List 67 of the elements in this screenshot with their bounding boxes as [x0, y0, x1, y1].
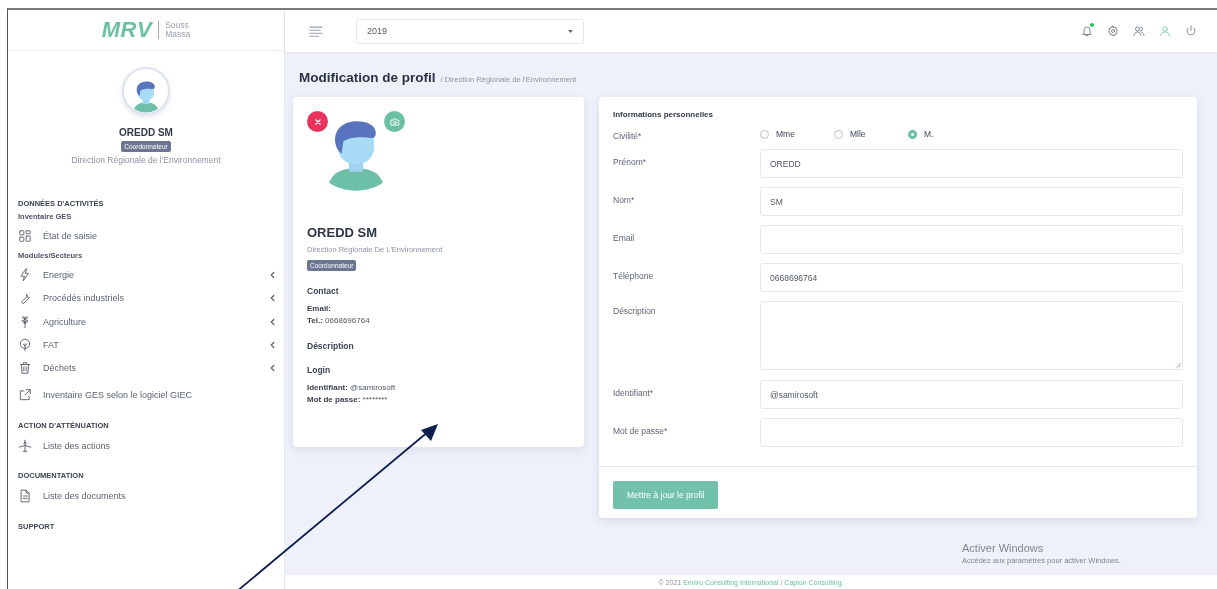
trash-icon [18, 361, 32, 376]
info-line: Email: [307, 303, 332, 315]
user-name: OREDD SM [119, 127, 173, 138]
input-field[interactable]: SM [760, 187, 1183, 216]
field-label: Email [613, 232, 636, 243]
field-label: Nom* [613, 194, 636, 205]
sidebar-item[interactable]: État de saisie [18, 224, 275, 248]
avatar [122, 67, 170, 115]
info-line: Identifiant: @samirosoft [307, 382, 397, 394]
sidebar-item[interactable]: Procédés industriels [18, 286, 275, 310]
year-select[interactable]: 2019 [356, 18, 584, 44]
field-label: Déscription [613, 305, 657, 316]
activation-notice-title: Activer Windows [962, 542, 1045, 554]
logo-subtitle: Massa [165, 30, 191, 39]
sidebar-item[interactable]: Déchets [18, 356, 275, 380]
field-label: Téléphone [613, 270, 655, 281]
section-title: Contact [307, 286, 340, 296]
radio-button[interactable] [908, 129, 917, 139]
field-label: Prénom* [613, 156, 648, 167]
page-title: Modification de profil [299, 70, 436, 85]
camera-icon [389, 116, 400, 127]
form-title: Informations personnelles [613, 110, 715, 119]
info-line: Mot de passe: ******** [307, 394, 389, 406]
change-photo-button[interactable] [384, 111, 405, 132]
info-line: Tel.: 0668696764 [307, 315, 371, 327]
field-label: Civilité* [613, 130, 643, 141]
radio-option[interactable]: Mme [760, 129, 834, 139]
sidebar-item[interactable]: Energie [18, 263, 275, 287]
logo-subtitle: Souss [165, 21, 190, 30]
airplane-icon [18, 438, 32, 453]
remove-photo-button[interactable] [307, 111, 328, 132]
menu-icon[interactable] [309, 25, 323, 37]
avatar-illustration [329, 121, 383, 191]
wheat-icon [18, 314, 32, 329]
user-name: OREDD SM [307, 225, 379, 240]
grid-icon [18, 228, 32, 243]
sidebar-item[interactable]: Liste des documents [18, 484, 275, 508]
input-field[interactable] [760, 225, 1183, 254]
input-field[interactable]: OREDD [760, 149, 1183, 178]
sidebar-item[interactable]: Agriculture [18, 309, 275, 334]
lightning-icon [18, 267, 32, 282]
radio-option[interactable]: M. [908, 129, 982, 139]
field-label: Mot de passe* [613, 425, 669, 436]
organization-name: Direction Régionale de l'Environnement [71, 155, 221, 165]
logo-wordmark: MRV [101, 17, 153, 43]
input-field[interactable]: @samirosoft [760, 380, 1183, 409]
external-link-icon [18, 388, 32, 403]
input-field[interactable] [760, 418, 1183, 447]
radio-option[interactable]: Mlle [834, 129, 908, 139]
field-label: Identifiant* [613, 387, 655, 398]
dropdown-caret-icon [568, 29, 573, 33]
document-icon [18, 489, 32, 503]
resize-handle-icon [1175, 362, 1181, 368]
input-field[interactable]: 0668696764 [760, 263, 1183, 292]
bell-icon [1080, 25, 1093, 37]
section-title: Déscription [307, 341, 355, 351]
tree-icon [18, 337, 32, 352]
section-title: Login [307, 365, 332, 375]
wrench-icon [18, 291, 32, 306]
users-icon [1132, 25, 1145, 37]
sidebar-item[interactable]: Inventaire GES selon le logiciel GIEC [18, 383, 275, 408]
power-icon [1184, 25, 1197, 37]
settings-icon [1106, 25, 1119, 37]
user-icon [1158, 25, 1171, 37]
sidebar-item[interactable]: FAT [18, 333, 275, 357]
text-area[interactable] [760, 301, 1183, 370]
sidebar-item[interactable]: Liste des actions [18, 434, 275, 458]
